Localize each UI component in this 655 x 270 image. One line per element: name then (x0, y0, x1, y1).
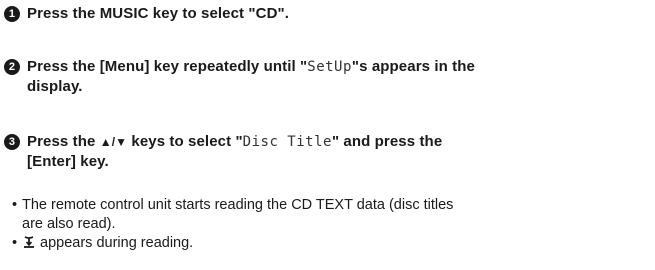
bullet-icon: • (12, 235, 18, 251)
note-item-1: • The remote control unit starts reading… (12, 196, 652, 234)
display-setup-text: SetUp (307, 59, 352, 75)
step-2-text-after: "s appears in the (351, 58, 475, 75)
notes-list: • The remote control unit starts reading… (12, 196, 652, 253)
step-number-1: 1 (4, 6, 20, 22)
note-2-text: appears during reading. (40, 235, 194, 251)
step-3-text-after: " and press the (331, 133, 443, 150)
step-3-text-mid: keys to select " (127, 133, 243, 150)
bullet-icon: • (12, 197, 18, 213)
step-2-text-line2: display. (27, 78, 83, 95)
step-1: 1 Press the MUSIC key to select "CD". (4, 4, 289, 24)
step-2-text: Press the [Menu] key repeatedly until "S… (27, 57, 475, 97)
step-3-text-before: Press the (27, 133, 100, 150)
step-2-text-before: Press the [Menu] key repeatedly until " (27, 58, 308, 75)
up-down-keys-icon: ▲/▼ (99, 135, 128, 149)
step-number-3: 3 (4, 134, 20, 150)
step-3: 3 Press the ▲/▼ keys to select "Disc Tit… (4, 132, 442, 172)
reading-indicator-icon (24, 236, 34, 248)
step-number-2: 2 (4, 59, 20, 75)
note-1-line1: The remote control unit starts reading t… (22, 197, 454, 213)
step-3-text: Press the ▲/▼ keys to select "Disc Title… (27, 132, 442, 172)
step-2: 2 Press the [Menu] key repeatedly until … (4, 57, 475, 97)
note-1-line2: are also read). (22, 216, 116, 232)
step-1-text: Press the MUSIC key to select "CD". (27, 5, 289, 22)
step-3-text-line2: [Enter] key. (27, 153, 109, 170)
note-item-2: • appears during reading. (12, 234, 652, 253)
instruction-document: 1 Press the MUSIC key to select "CD". 2 … (0, 0, 655, 270)
display-disc-title-text: Disc Title (242, 134, 332, 150)
